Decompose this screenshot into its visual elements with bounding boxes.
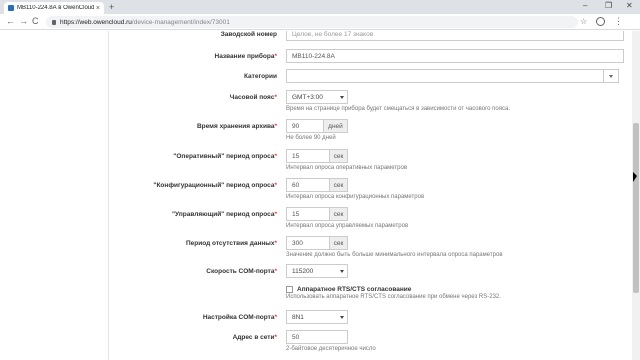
page-scrollbar[interactable] — [632, 31, 640, 360]
chevron-down-icon — [340, 270, 344, 273]
browser-tab-bar: МВ110-224.8А в OwenCloud × + – ❐ ✕ — [0, 0, 640, 14]
bookmark-star-icon[interactable]: ☆ — [580, 17, 587, 26]
archive-unit: дней — [323, 119, 348, 133]
serial-label: Заводской номер — [220, 31, 277, 38]
categories-select[interactable] — [286, 69, 604, 83]
serial-input[interactable]: Целое, не более 17 знаков — [286, 31, 624, 41]
window-close-button[interactable]: ✕ — [626, 1, 633, 11]
browser-menu-icon[interactable]: ⋮ — [614, 16, 623, 27]
com-settings-label: Настройка COM-порта* — [202, 314, 277, 321]
tab-close-icon[interactable]: × — [96, 5, 100, 12]
timezone-label: Часовой пояс* — [229, 94, 277, 101]
address-toolbar: ← → C https://web.owencloud.ru/device-ma… — [0, 14, 640, 30]
timezone-select[interactable]: GMT+3:00 — [286, 90, 348, 104]
operative-help: Интервал опроса оперативных параметров — [286, 165, 408, 171]
profile-icon[interactable] — [596, 17, 605, 26]
url-text: https://web.owencloud.ru/device-manageme… — [60, 19, 230, 26]
url-host: https://web.owencloud.ru — [60, 18, 132, 26]
absence-help: Значение должно быть больше минимального… — [286, 252, 503, 258]
net-address-label: Адрес в сети* — [232, 334, 277, 341]
forward-button[interactable]: → — [19, 16, 28, 27]
operative-unit: сек — [329, 149, 348, 163]
timezone-value: GMT+3:00 — [292, 93, 323, 101]
timezone-help: Время на странице прибора будет смещатьс… — [286, 106, 511, 112]
operative-input[interactable]: 15 — [286, 149, 330, 163]
url-path: /device-management/index/73001 — [131, 18, 230, 26]
rtscts-help: Использовать аппаратное RTS/CTS согласов… — [286, 294, 501, 300]
rtscts-checkbox[interactable] — [286, 286, 293, 293]
absence-unit: сек — [329, 236, 348, 250]
favicon-icon — [8, 5, 14, 11]
mouse-cursor-icon — [633, 172, 637, 182]
net-address-input[interactable]: 50 — [286, 330, 348, 344]
chevron-down-icon — [340, 316, 344, 319]
url-bar[interactable]: https://web.owencloud.ru/device-manageme… — [46, 16, 578, 28]
page-content: Заводской номер Целое, не более 17 знако… — [0, 31, 632, 360]
baud-label: Скорость COM-порта* — [206, 268, 277, 275]
control-help: Интервал опроса управляемых параметров — [286, 223, 409, 229]
new-tab-button[interactable]: + — [109, 2, 114, 12]
archive-help: Не более 90 дней — [286, 135, 336, 141]
config-help: Интервал опроса конфигурационных парамет… — [286, 194, 425, 200]
rtscts-label: Аппаратное RTS/CTS согласование — [297, 286, 412, 293]
config-input[interactable]: 60 — [286, 178, 330, 192]
net-address-help: 2-байтовое десятеричное число — [286, 346, 376, 352]
tab-title: МВ110-224.8А в OwenCloud — [17, 5, 94, 11]
com-settings-value: 8N1 — [292, 313, 304, 321]
chevron-down-icon — [609, 75, 613, 78]
operative-label: "Оперативный" период опроса* — [173, 153, 277, 160]
baud-select[interactable]: 115200 — [286, 264, 348, 278]
control-label: "Управляющий" период опроса* — [171, 211, 277, 218]
baud-value: 115200 — [292, 267, 314, 275]
categories-label: Категории — [243, 73, 277, 80]
control-unit: сек — [329, 207, 348, 221]
archive-label: Время хранения архива* — [196, 123, 277, 130]
config-label: "Конфигурационный" период опроса* — [153, 182, 277, 189]
back-button[interactable]: ← — [6, 16, 15, 27]
device-name-input[interactable]: МВ110-224.8А — [286, 49, 624, 63]
maximize-button[interactable]: ❐ — [605, 1, 612, 11]
device-name-label: Название прибора* — [214, 53, 277, 60]
lock-icon — [52, 19, 56, 25]
minimize-button[interactable]: – — [583, 1, 587, 11]
absence-input[interactable]: 300 — [286, 236, 330, 250]
config-unit: сек — [329, 178, 348, 192]
chevron-down-icon — [340, 96, 344, 99]
categories-dropdown-button[interactable] — [603, 69, 619, 83]
archive-input[interactable]: 90 — [286, 119, 324, 133]
reload-button[interactable]: C — [32, 16, 39, 27]
com-settings-select[interactable]: 8N1 — [286, 310, 348, 324]
control-input[interactable]: 15 — [286, 207, 330, 221]
scrollbar-thumb[interactable] — [633, 123, 639, 293]
browser-tab[interactable]: МВ110-224.8А в OwenCloud × — [4, 2, 104, 14]
absence-label: Период отсутствия данных* — [185, 240, 277, 247]
